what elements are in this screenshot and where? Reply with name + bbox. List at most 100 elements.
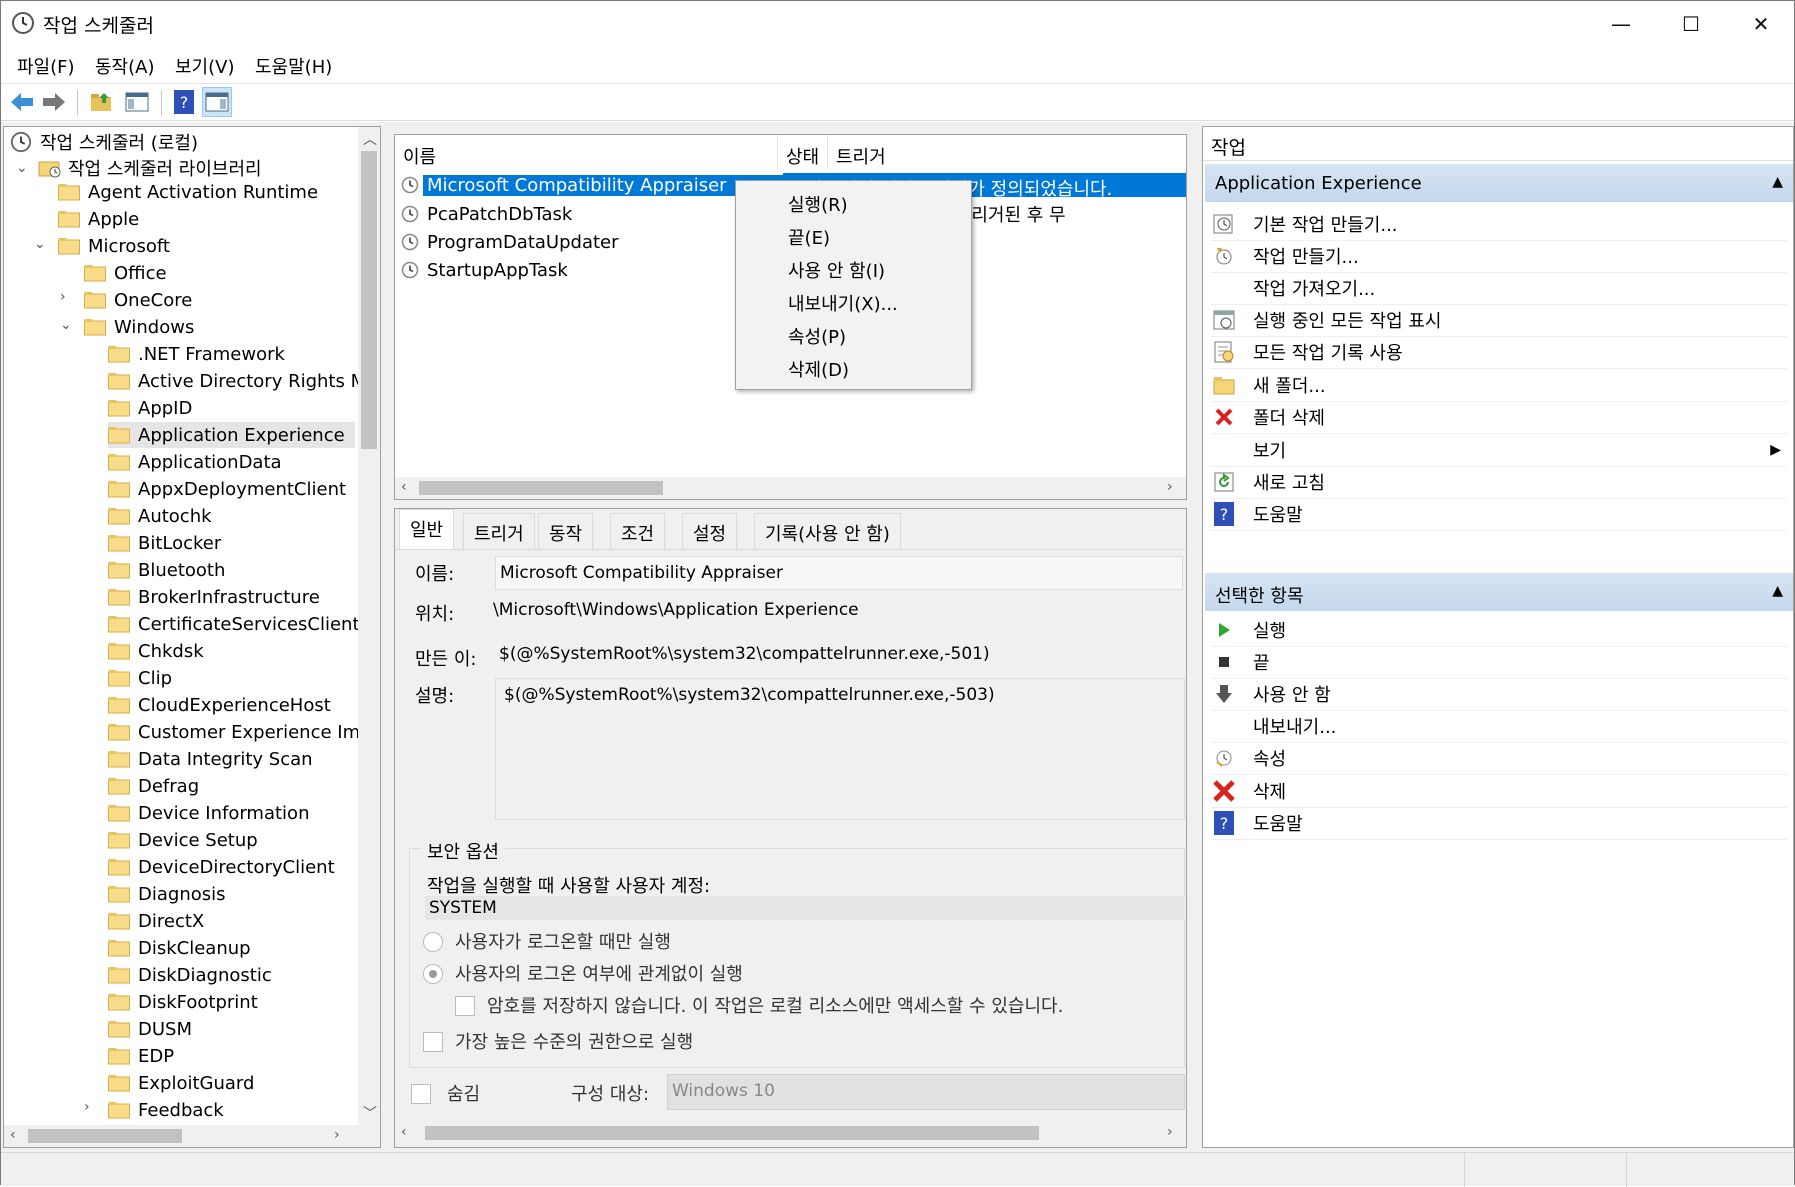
- maximize-button[interactable]: ☐: [1656, 1, 1726, 47]
- section-selected-item[interactable]: 선택한 항목 ▲: [1205, 573, 1793, 611]
- tab-settings[interactable]: 설정: [682, 513, 738, 549]
- tree-hscroll-thumb[interactable]: [28, 1129, 182, 1143]
- tree-item[interactable]: EDP: [108, 1043, 174, 1069]
- action-item[interactable]: 속성: [1211, 741, 1787, 775]
- tree-item[interactable]: DiskDiagnostic: [108, 962, 272, 988]
- tree-item[interactable]: Application Experience: [108, 422, 355, 448]
- tree-item[interactable]: DeviceDirectoryClient: [108, 854, 335, 880]
- tree-item[interactable]: Bluetooth: [108, 557, 225, 583]
- chevron-right-icon[interactable]: ›: [84, 1099, 90, 1115]
- menu-action[interactable]: 동작(A): [95, 53, 154, 79]
- minimize-button[interactable]: —: [1586, 1, 1656, 47]
- tree-item[interactable]: OneCore: [84, 287, 192, 313]
- forward-button[interactable]: [39, 87, 69, 117]
- tree-root[interactable]: 작업 스케줄러 (로컬): [10, 129, 198, 155]
- list-hscroll-thumb[interactable]: [419, 481, 663, 495]
- scroll-left-icon[interactable]: ‹: [401, 1124, 407, 1140]
- column-name[interactable]: 이름: [395, 135, 778, 169]
- tree-item[interactable]: Diagnosis: [108, 881, 226, 907]
- tree-item[interactable]: CertificateServicesClient: [108, 611, 360, 637]
- action-item[interactable]: 새로 고침: [1211, 465, 1787, 499]
- menu-file[interactable]: 파일(F): [17, 53, 75, 79]
- scroll-down-icon[interactable]: ﹀: [363, 1103, 377, 1123]
- column-trigger[interactable]: 트리거: [828, 135, 1186, 169]
- tab-general[interactable]: 일반: [399, 509, 455, 549]
- menu-item-properties[interactable]: 속성(P): [788, 323, 846, 349]
- chevron-right-icon[interactable]: ›: [60, 289, 66, 305]
- tab-triggers[interactable]: 트리거: [463, 513, 535, 549]
- tree-item[interactable]: Autochk: [108, 503, 212, 529]
- action-item[interactable]: 작업 만들기...: [1211, 239, 1787, 273]
- configure-for-select[interactable]: Windows 10: [667, 1074, 1185, 1110]
- tree-item[interactable]: DiskCleanup: [108, 935, 251, 961]
- tree-item[interactable]: Clip: [108, 665, 172, 691]
- logon-only-radio[interactable]: [423, 932, 443, 952]
- action-item[interactable]: 끝: [1211, 645, 1787, 679]
- tree-item[interactable]: Windows: [84, 314, 194, 340]
- chevron-down-icon[interactable]: ⌄: [34, 236, 46, 252]
- tree-library[interactable]: 작업 스케줄러 라이브러리: [38, 155, 262, 181]
- action-item[interactable]: 실행 중인 모든 작업 표시: [1211, 303, 1787, 337]
- no-password-checkbox[interactable]: [455, 996, 475, 1016]
- hidden-checkbox[interactable]: [411, 1084, 431, 1104]
- tree-item[interactable]: DUSM: [108, 1016, 192, 1042]
- help-button[interactable]: ?: [169, 87, 199, 117]
- description-field[interactable]: $(@%SystemRoot%\system32\compattelrunner…: [495, 678, 1185, 820]
- tab-history[interactable]: 기록(사용 안 함): [754, 513, 901, 549]
- action-item[interactable]: ? 도움말: [1211, 497, 1787, 531]
- scroll-up-icon[interactable]: ︿: [363, 129, 377, 149]
- tree-item[interactable]: Chkdsk: [108, 638, 204, 664]
- close-button[interactable]: ✕: [1726, 1, 1795, 47]
- collapse-caret-icon[interactable]: ▲: [1772, 583, 1783, 599]
- action-item[interactable]: 모든 작업 기록 사용: [1211, 335, 1787, 369]
- tree-item[interactable]: AppID: [108, 395, 192, 421]
- tree-item[interactable]: BitLocker: [108, 530, 221, 556]
- tab-conditions[interactable]: 조건: [610, 513, 666, 549]
- back-button[interactable]: [7, 87, 37, 117]
- regardless-logon-radio[interactable]: [423, 964, 443, 984]
- list-horizontal-scrollbar[interactable]: ‹ ›: [395, 477, 1186, 499]
- scroll-right-icon[interactable]: ›: [1167, 1124, 1173, 1140]
- detail-hscroll-thumb[interactable]: [425, 1126, 1039, 1140]
- action-item[interactable]: 보기 ▶: [1211, 433, 1787, 467]
- menu-item-disable[interactable]: 사용 안 함(I): [788, 257, 885, 283]
- tree-item[interactable]: AppxDeploymentClient: [108, 476, 346, 502]
- chevron-down-icon[interactable]: ⌄: [60, 317, 72, 333]
- tree-item[interactable]: Customer Experience Imp: [108, 719, 372, 745]
- action-item[interactable]: 내보내기...: [1211, 709, 1787, 743]
- up-folder-button[interactable]: [87, 87, 117, 117]
- detail-horizontal-scrollbar[interactable]: ‹ ›: [395, 1122, 1186, 1144]
- tree-item[interactable]: Microsoft: [58, 233, 170, 259]
- tree-item[interactable]: Feedback: [108, 1097, 224, 1123]
- tree-item[interactable]: DirectX: [108, 908, 204, 934]
- tree-vertical-scrollbar[interactable]: ︿ ﹀: [358, 127, 380, 1147]
- action-item[interactable]: 새 폴더...: [1211, 368, 1787, 402]
- scroll-left-icon[interactable]: ‹: [10, 1127, 16, 1143]
- action-item[interactable]: ? 도움말: [1211, 806, 1787, 840]
- show-hide-console-tree-button[interactable]: [122, 87, 152, 117]
- chevron-down-icon[interactable]: ⌄: [16, 160, 28, 176]
- action-item[interactable]: 폴더 삭제: [1211, 400, 1787, 434]
- section-application-experience[interactable]: Application Experience ▲: [1205, 164, 1793, 202]
- tree-item[interactable]: Active Directory Rights M: [108, 368, 366, 394]
- collapse-caret-icon[interactable]: ▲: [1772, 174, 1783, 190]
- action-item[interactable]: 작업 가져오기...: [1211, 271, 1787, 305]
- tree-item[interactable]: BrokerInfrastructure: [108, 584, 320, 610]
- tree-item[interactable]: CloudExperienceHost: [108, 692, 331, 718]
- name-field[interactable]: Microsoft Compatibility Appraiser: [495, 556, 1183, 590]
- tree-item[interactable]: ApplicationData: [108, 449, 282, 475]
- tree-item[interactable]: .NET Framework: [108, 341, 285, 367]
- tree-horizontal-scrollbar[interactable]: ‹ ›: [4, 1125, 358, 1147]
- tab-actions[interactable]: 동작: [538, 513, 594, 549]
- tree-item[interactable]: Device Information: [108, 800, 309, 826]
- action-item[interactable]: 실행: [1211, 613, 1787, 647]
- tree-item[interactable]: DiskFootprint: [108, 989, 258, 1015]
- tree-item[interactable]: Apple: [58, 206, 139, 232]
- tree-vscroll-thumb[interactable]: [361, 151, 377, 449]
- action-item[interactable]: 삭제: [1211, 774, 1787, 808]
- scroll-right-icon[interactable]: ›: [334, 1127, 340, 1143]
- action-item[interactable]: 기본 작업 만들기...: [1211, 207, 1787, 241]
- show-hide-action-pane-button[interactable]: [202, 87, 232, 117]
- tree-item[interactable]: Office: [84, 260, 167, 286]
- menu-item-delete[interactable]: 삭제(D): [788, 356, 849, 382]
